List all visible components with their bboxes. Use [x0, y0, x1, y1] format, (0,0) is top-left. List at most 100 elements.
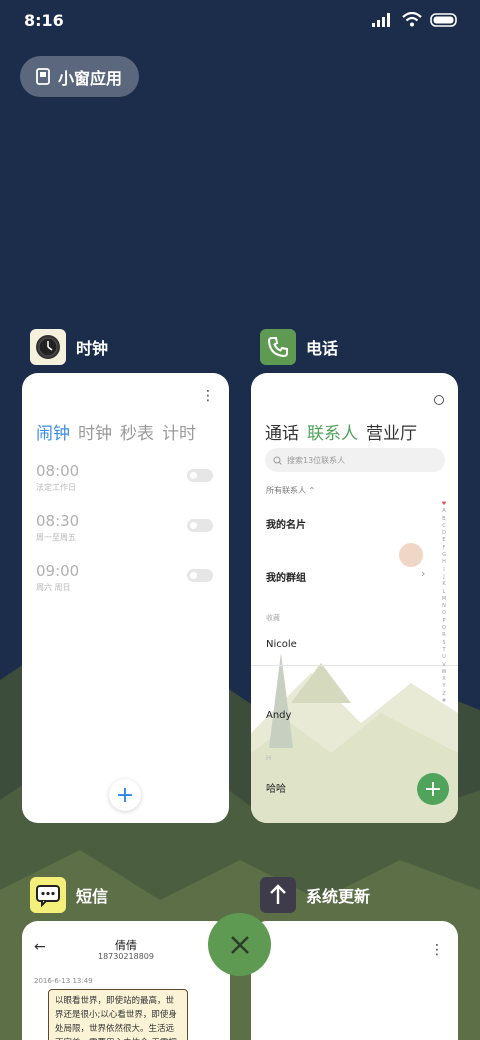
alarm-item[interactable]: 09:00 周六 周日 — [36, 562, 79, 593]
tab-calls[interactable]: 通话 — [265, 419, 299, 444]
index-letter[interactable]: O — [440, 610, 448, 617]
message-icon — [36, 885, 60, 907]
index-letter[interactable]: M — [440, 596, 448, 603]
phone-icon — [267, 337, 288, 358]
index-letter[interactable]: N — [440, 603, 448, 610]
clock-tabs: 闹钟 时钟 秒表 计时 — [36, 419, 196, 444]
index-letter[interactable]: C — [440, 523, 448, 530]
alarm-time: 08:00 — [36, 462, 80, 480]
index-letter[interactable]: G — [440, 552, 448, 559]
contact-item[interactable]: Nicole — [266, 639, 297, 650]
add-alarm-button[interactable]: + — [109, 779, 141, 811]
tab-alarm[interactable]: 闹钟 — [36, 419, 70, 444]
alarm-toggle[interactable] — [187, 519, 213, 532]
alarm-item[interactable]: 08:30 周一至周五 — [36, 512, 79, 543]
index-letter[interactable]: I — [440, 567, 448, 574]
contact-filter-dropdown[interactable]: 所有联系人 ⌃ — [266, 485, 315, 496]
wifi-icon — [402, 12, 422, 27]
mini-window-apps-button[interactable]: 小窗应用 — [20, 56, 139, 97]
alarm-time: 09:00 — [36, 562, 80, 580]
filter-label: 所有联系人 — [266, 486, 306, 495]
tab-stopwatch[interactable]: 秒表 — [120, 419, 154, 444]
index-letter[interactable]: R — [440, 632, 448, 639]
more-options-icon[interactable]: ⋮ — [201, 389, 215, 403]
alarm-repeat: 周六 周日 — [36, 583, 71, 592]
sms-message-bubble: 以眼看世界，即使站的最高，世界还是很小;以心看世界，即使身处局限，世界依然很大。… — [48, 989, 188, 1040]
contact-search-input[interactable]: 搜索13位联系人 — [265, 448, 445, 472]
index-letter[interactable]: P — [440, 618, 448, 625]
index-letter[interactable]: U — [440, 654, 448, 661]
mini-window-icon — [36, 68, 50, 85]
search-icon — [273, 456, 282, 465]
tab-timer[interactable]: 计时 — [162, 419, 196, 444]
status-bar: 8:16 — [0, 0, 480, 40]
sms-app-icon — [30, 877, 66, 913]
index-letter[interactable]: D — [440, 530, 448, 537]
alarm-time: 08:30 — [36, 512, 80, 530]
index-letter[interactable]: F — [440, 545, 448, 552]
sms-app-name: 短信 — [76, 887, 109, 906]
sms-timestamp: 2016-6-13 13:49 — [34, 977, 93, 985]
arrow-up-icon — [270, 884, 286, 904]
search-placeholder: 搜索13位联系人 — [287, 455, 346, 465]
update-app-name: 系统更新 — [306, 887, 371, 906]
index-letter[interactable]: A — [440, 508, 448, 515]
clock-app-header[interactable]: 时钟 — [30, 329, 108, 365]
clock-icon — [36, 335, 60, 359]
index-letter[interactable]: S — [440, 640, 448, 647]
section-letter: H — [266, 754, 272, 762]
settings-icon[interactable] — [434, 395, 444, 405]
my-card-item[interactable]: 我的名片 — [266, 516, 306, 531]
sms-contact-name: 倩倩 — [115, 939, 137, 952]
clock-app-card[interactable]: ⋮ 闹钟 时钟 秒表 计时 08:00 法定工作日 08:30 周一至周五 09… — [22, 373, 229, 823]
alarm-item[interactable]: 08:00 法定工作日 — [36, 462, 79, 493]
alarm-toggle[interactable] — [187, 569, 213, 582]
close-icon — [230, 935, 249, 954]
index-letter[interactable]: W — [440, 669, 448, 676]
clear-all-button[interactable] — [208, 913, 271, 976]
more-options-icon[interactable]: ⋮ — [430, 943, 444, 957]
index-letter[interactable]: T — [440, 647, 448, 654]
index-letter[interactable]: L — [440, 589, 448, 596]
contact-item[interactable]: Andy — [266, 710, 291, 721]
index-letter[interactable]: ♥ — [440, 501, 448, 508]
index-letter[interactable]: Z — [440, 691, 448, 698]
alarm-toggle[interactable] — [187, 469, 213, 482]
index-letter[interactable]: K — [440, 581, 448, 588]
mini-window-label: 小窗应用 — [58, 68, 123, 88]
phone-tabs: 通话 联系人 营业厅 — [265, 419, 417, 444]
update-app-card[interactable]: ⋮ — [251, 921, 458, 1040]
index-letter[interactable]: # — [440, 698, 448, 705]
add-contact-button[interactable]: + — [417, 773, 449, 805]
tab-contacts[interactable]: 联系人 — [307, 419, 358, 444]
phone-app-card[interactable]: 通话 联系人 营业厅 搜索13位联系人 所有联系人 ⌃ 我的名片 我的群组 › … — [251, 373, 458, 823]
contact-item[interactable]: 哈哈 — [266, 780, 286, 795]
chevron-right-icon: › — [421, 567, 426, 580]
tab-service-hall[interactable]: 营业厅 — [366, 419, 417, 444]
tab-world-clock[interactable]: 时钟 — [78, 419, 112, 444]
index-letter[interactable]: E — [440, 537, 448, 544]
sms-contact-number: 18730218809 — [98, 952, 154, 961]
phone-app-name: 电话 — [306, 339, 339, 358]
sms-app-card[interactable]: ← 倩倩 18730218809 2016-6-13 13:49 以眼看世界，即… — [22, 921, 230, 1040]
clock-app-icon — [30, 329, 66, 365]
my-groups-item[interactable]: 我的群组 — [266, 569, 306, 584]
index-letter[interactable]: J — [440, 574, 448, 581]
index-letter[interactable]: B — [440, 516, 448, 523]
index-letter[interactable]: X — [440, 676, 448, 683]
alphabet-index-bar[interactable]: ♥ A B C D E F G H I J K L M N O P Q R S T U V W X Y Z # — [440, 501, 448, 705]
clock-app-name: 时钟 — [76, 339, 109, 358]
update-app-icon — [260, 877, 296, 913]
status-time: 8:16 — [24, 11, 64, 30]
alarm-repeat: 法定工作日 — [36, 483, 76, 492]
index-letter[interactable]: V — [440, 662, 448, 669]
index-letter[interactable]: H — [440, 559, 448, 566]
index-letter[interactable]: Q — [440, 625, 448, 632]
phone-app-header[interactable]: 电话 — [260, 329, 338, 365]
status-icons — [372, 12, 458, 27]
index-letter[interactable]: Y — [440, 683, 448, 690]
favorites-section-label: 收藏 — [266, 614, 280, 622]
battery-icon — [430, 12, 457, 27]
update-app-header[interactable]: 系统更新 — [260, 877, 370, 913]
sms-app-header[interactable]: 短信 — [30, 877, 108, 913]
